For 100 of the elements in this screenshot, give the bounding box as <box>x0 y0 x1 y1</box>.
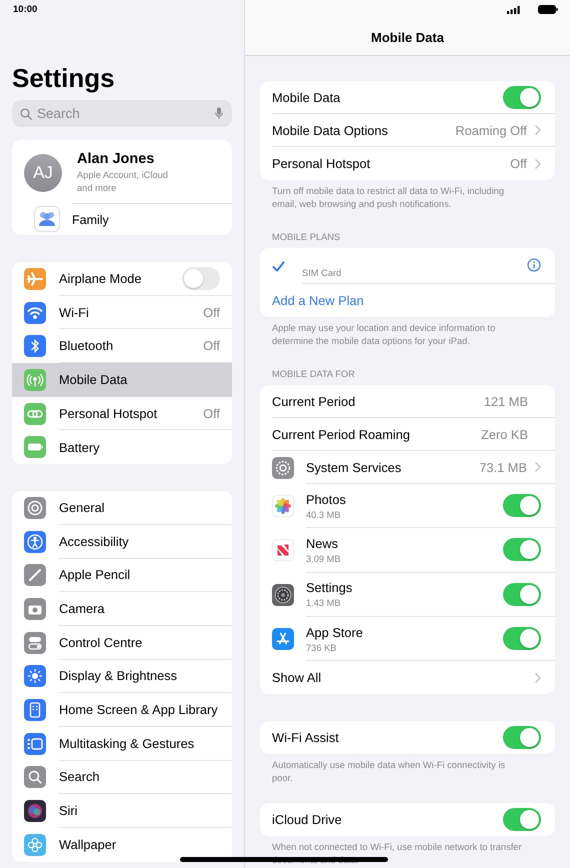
app-store-icon <box>272 628 294 650</box>
link-icon <box>24 402 46 425</box>
sidebar-item[interactable]: Accessibility <box>12 524 232 558</box>
sun-icon <box>24 665 46 688</box>
battery-icon <box>24 436 46 458</box>
sidebar-item[interactable]: Apple Pencil <box>12 558 232 592</box>
item-label: Camera <box>59 601 106 616</box>
data-usage: 3.09 MB <box>306 554 342 564</box>
row-label: Mobile Data Options <box>272 122 389 138</box>
sidebar-item[interactable]: General <box>12 491 232 525</box>
item-label: Control Centre <box>59 634 144 650</box>
row-value: 121 MB <box>484 394 528 408</box>
item-label: Display & Brightness <box>59 668 178 684</box>
wifi-icon <box>24 302 46 324</box>
sidebar-item[interactable]: Wallpaper <box>12 828 232 862</box>
toggle-switch[interactable] <box>503 808 541 832</box>
item-label: Accessibility <box>59 534 130 549</box>
sidebar-item[interactable]: Airplane Mode <box>12 262 232 296</box>
sidebar-item[interactable]: Search <box>12 760 232 794</box>
item-value: Off <box>203 304 220 320</box>
item-label: Battery <box>59 440 101 455</box>
row-label: Personal Hotspot <box>272 156 372 171</box>
toggle-switch[interactable] <box>503 86 541 108</box>
row-label: Current Period Roaming <box>272 426 411 442</box>
sidebar-item[interactable]: Control Centre <box>12 626 232 660</box>
data-usage: 40.3 MB <box>306 510 342 520</box>
gear-icon <box>24 496 46 519</box>
pencil-icon <box>24 564 46 586</box>
sidebar-item[interactable]: Multitasking & Gestures <box>12 726 232 761</box>
multitasking-icon <box>24 732 46 755</box>
search-icon <box>24 766 46 788</box>
sidebar-item[interactable]: Wi-Fi Off <box>12 296 232 330</box>
camera-icon <box>24 598 46 620</box>
sidebar-item[interactable]: Siri <box>12 794 232 828</box>
antenna-icon <box>24 368 46 391</box>
toggle-switch[interactable] <box>503 538 541 562</box>
sidebar-item[interactable]: Home Screen & App Library <box>12 693 232 727</box>
item-label: Multitasking & Gestures <box>59 736 196 751</box>
row-value: Roaming Off <box>455 122 527 138</box>
family-icon <box>34 206 60 232</box>
item-label: Personal Hotspot <box>59 406 158 421</box>
row-label: Photos <box>306 492 347 507</box>
toggle-switch[interactable] <box>503 726 541 750</box>
row-label: News <box>306 536 339 551</box>
item-label: General <box>59 500 106 515</box>
switches-icon <box>24 632 46 654</box>
row-label: Mobile Data <box>272 90 342 104</box>
accessibility-icon <box>24 530 46 553</box>
item-label: Airplane Mode <box>59 270 143 286</box>
gear-icon <box>272 584 294 606</box>
sidebar-item[interactable]: Battery <box>12 430 232 464</box>
row-label: Current Period <box>272 394 356 408</box>
toggle-switch[interactable] <box>503 627 541 650</box>
grid-icon <box>24 699 46 722</box>
chevron-icon[interactable] <box>535 672 541 683</box>
flower-icon <box>24 834 46 856</box>
add-plan-link[interactable]: Add a New Plan <box>272 293 541 308</box>
sidebar-item[interactable]: Camera <box>12 592 232 626</box>
item-label: Mobile Data <box>59 372 128 388</box>
chevron-icon[interactable] <box>535 158 541 168</box>
toggle-switch[interactable] <box>503 582 541 606</box>
section-footer: Automatically use mobile data when Wi-Fi connectivity is poor. <box>260 759 555 784</box>
item-label: Search <box>59 769 101 784</box>
toggle-switch[interactable] <box>503 494 541 518</box>
news-icon <box>272 539 294 562</box>
chevron-icon[interactable] <box>535 462 541 472</box>
family-label[interactable]: Family <box>72 203 232 235</box>
row-label: App Store <box>306 624 364 640</box>
profile-card[interactable]: AJ Alan Jones Apple Account, iCloud and more Family <box>12 140 232 235</box>
search-icon <box>20 108 32 120</box>
microphone-icon[interactable] <box>215 107 223 120</box>
signal-icon <box>507 6 520 14</box>
flower-icon <box>272 495 294 518</box>
row-label: Show All <box>272 670 322 686</box>
sidebar-item[interactable]: Display & Brightness <box>12 660 232 694</box>
row-label: System Services <box>306 460 402 474</box>
item-value: Off <box>203 406 220 421</box>
section-footer: Apple may use your location and device information to determine the mobile data options for your iPad. <box>260 322 555 347</box>
account-name: Alan Jones <box>77 151 156 167</box>
page-title: Mobile Data <box>371 30 444 45</box>
toggle-switch[interactable] <box>182 266 220 290</box>
row-value: Zero KB <box>481 426 528 442</box>
bluetooth-icon <box>24 335 46 358</box>
account-subtitle: Apple Account, iCloud and more <box>77 169 169 194</box>
sidebar-item[interactable]: Personal Hotspot Off <box>12 396 232 430</box>
settings-title: Settings <box>12 63 116 93</box>
info-icon[interactable] <box>527 258 541 272</box>
item-label: Wi-Fi <box>59 304 90 320</box>
chevron-icon[interactable] <box>535 125 541 135</box>
row-label: Wi-Fi Assist <box>272 730 340 746</box>
item-label: Bluetooth <box>59 338 114 354</box>
avatar: AJ <box>24 154 62 192</box>
item-label: Siri <box>59 803 78 818</box>
row-value: Off <box>510 156 527 171</box>
section-header: MOBILE DATA FOR <box>271 369 356 381</box>
row-value: 73.1 MB <box>479 460 527 474</box>
section-header: MOBILE PLANS <box>271 232 342 244</box>
sidebar-item[interactable]: Mobile Data <box>12 363 232 397</box>
search-field[interactable]: Search <box>12 100 232 127</box>
data-usage: 736 KB <box>306 642 338 653</box>
